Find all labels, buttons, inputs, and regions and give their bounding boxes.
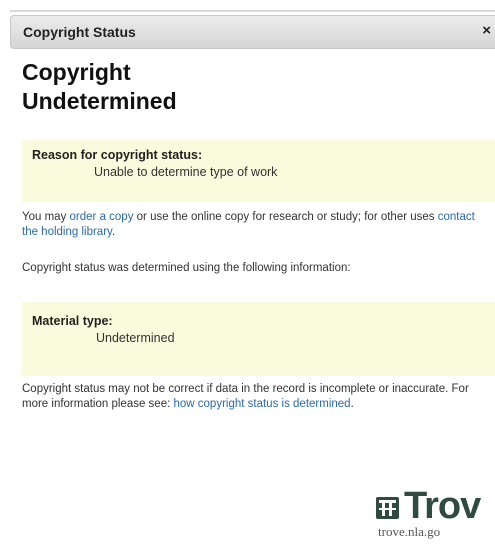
usage-paragraph: You may order a copy or use the online c… xyxy=(22,210,489,240)
dialog-content: Copyright Undetermined Reason for copyri… xyxy=(22,58,495,410)
close-icon[interactable]: × xyxy=(482,22,491,39)
material-label: Material type: xyxy=(32,314,113,328)
trove-wordmark: Trov xyxy=(404,485,481,527)
disclaimer-paragraph: Copyright status may not be correct if d… xyxy=(22,382,489,412)
trove-logo-icon xyxy=(376,497,399,519)
determined-text: Copyright status was determined using th… xyxy=(22,262,351,274)
material-box: Material type: Undetermined xyxy=(22,302,495,376)
usage-text-after: . xyxy=(111,226,116,238)
reason-value: Unable to determine type of work xyxy=(94,165,278,179)
top-divider xyxy=(10,10,495,12)
material-value: Undetermined xyxy=(96,331,175,345)
dialog-title: Copyright Status xyxy=(23,24,136,40)
order-copy-link[interactable]: order a copy xyxy=(70,211,134,223)
usage-text-middle: or use the online copy for research or s… xyxy=(133,211,438,223)
reason-box: Reason for copyright status: Unable to d… xyxy=(22,140,495,202)
copyright-info-link[interactable]: how copyright status is determined xyxy=(174,398,351,410)
disclaimer-text-after: . xyxy=(350,398,354,410)
dialog-titlebar: Copyright Status × xyxy=(10,15,495,49)
trove-url: trove.nla.go xyxy=(378,524,441,539)
reason-label: Reason for copyright status: xyxy=(32,148,203,162)
usage-text-before: You may xyxy=(22,211,70,223)
page-title: Copyright Undetermined xyxy=(22,59,177,114)
